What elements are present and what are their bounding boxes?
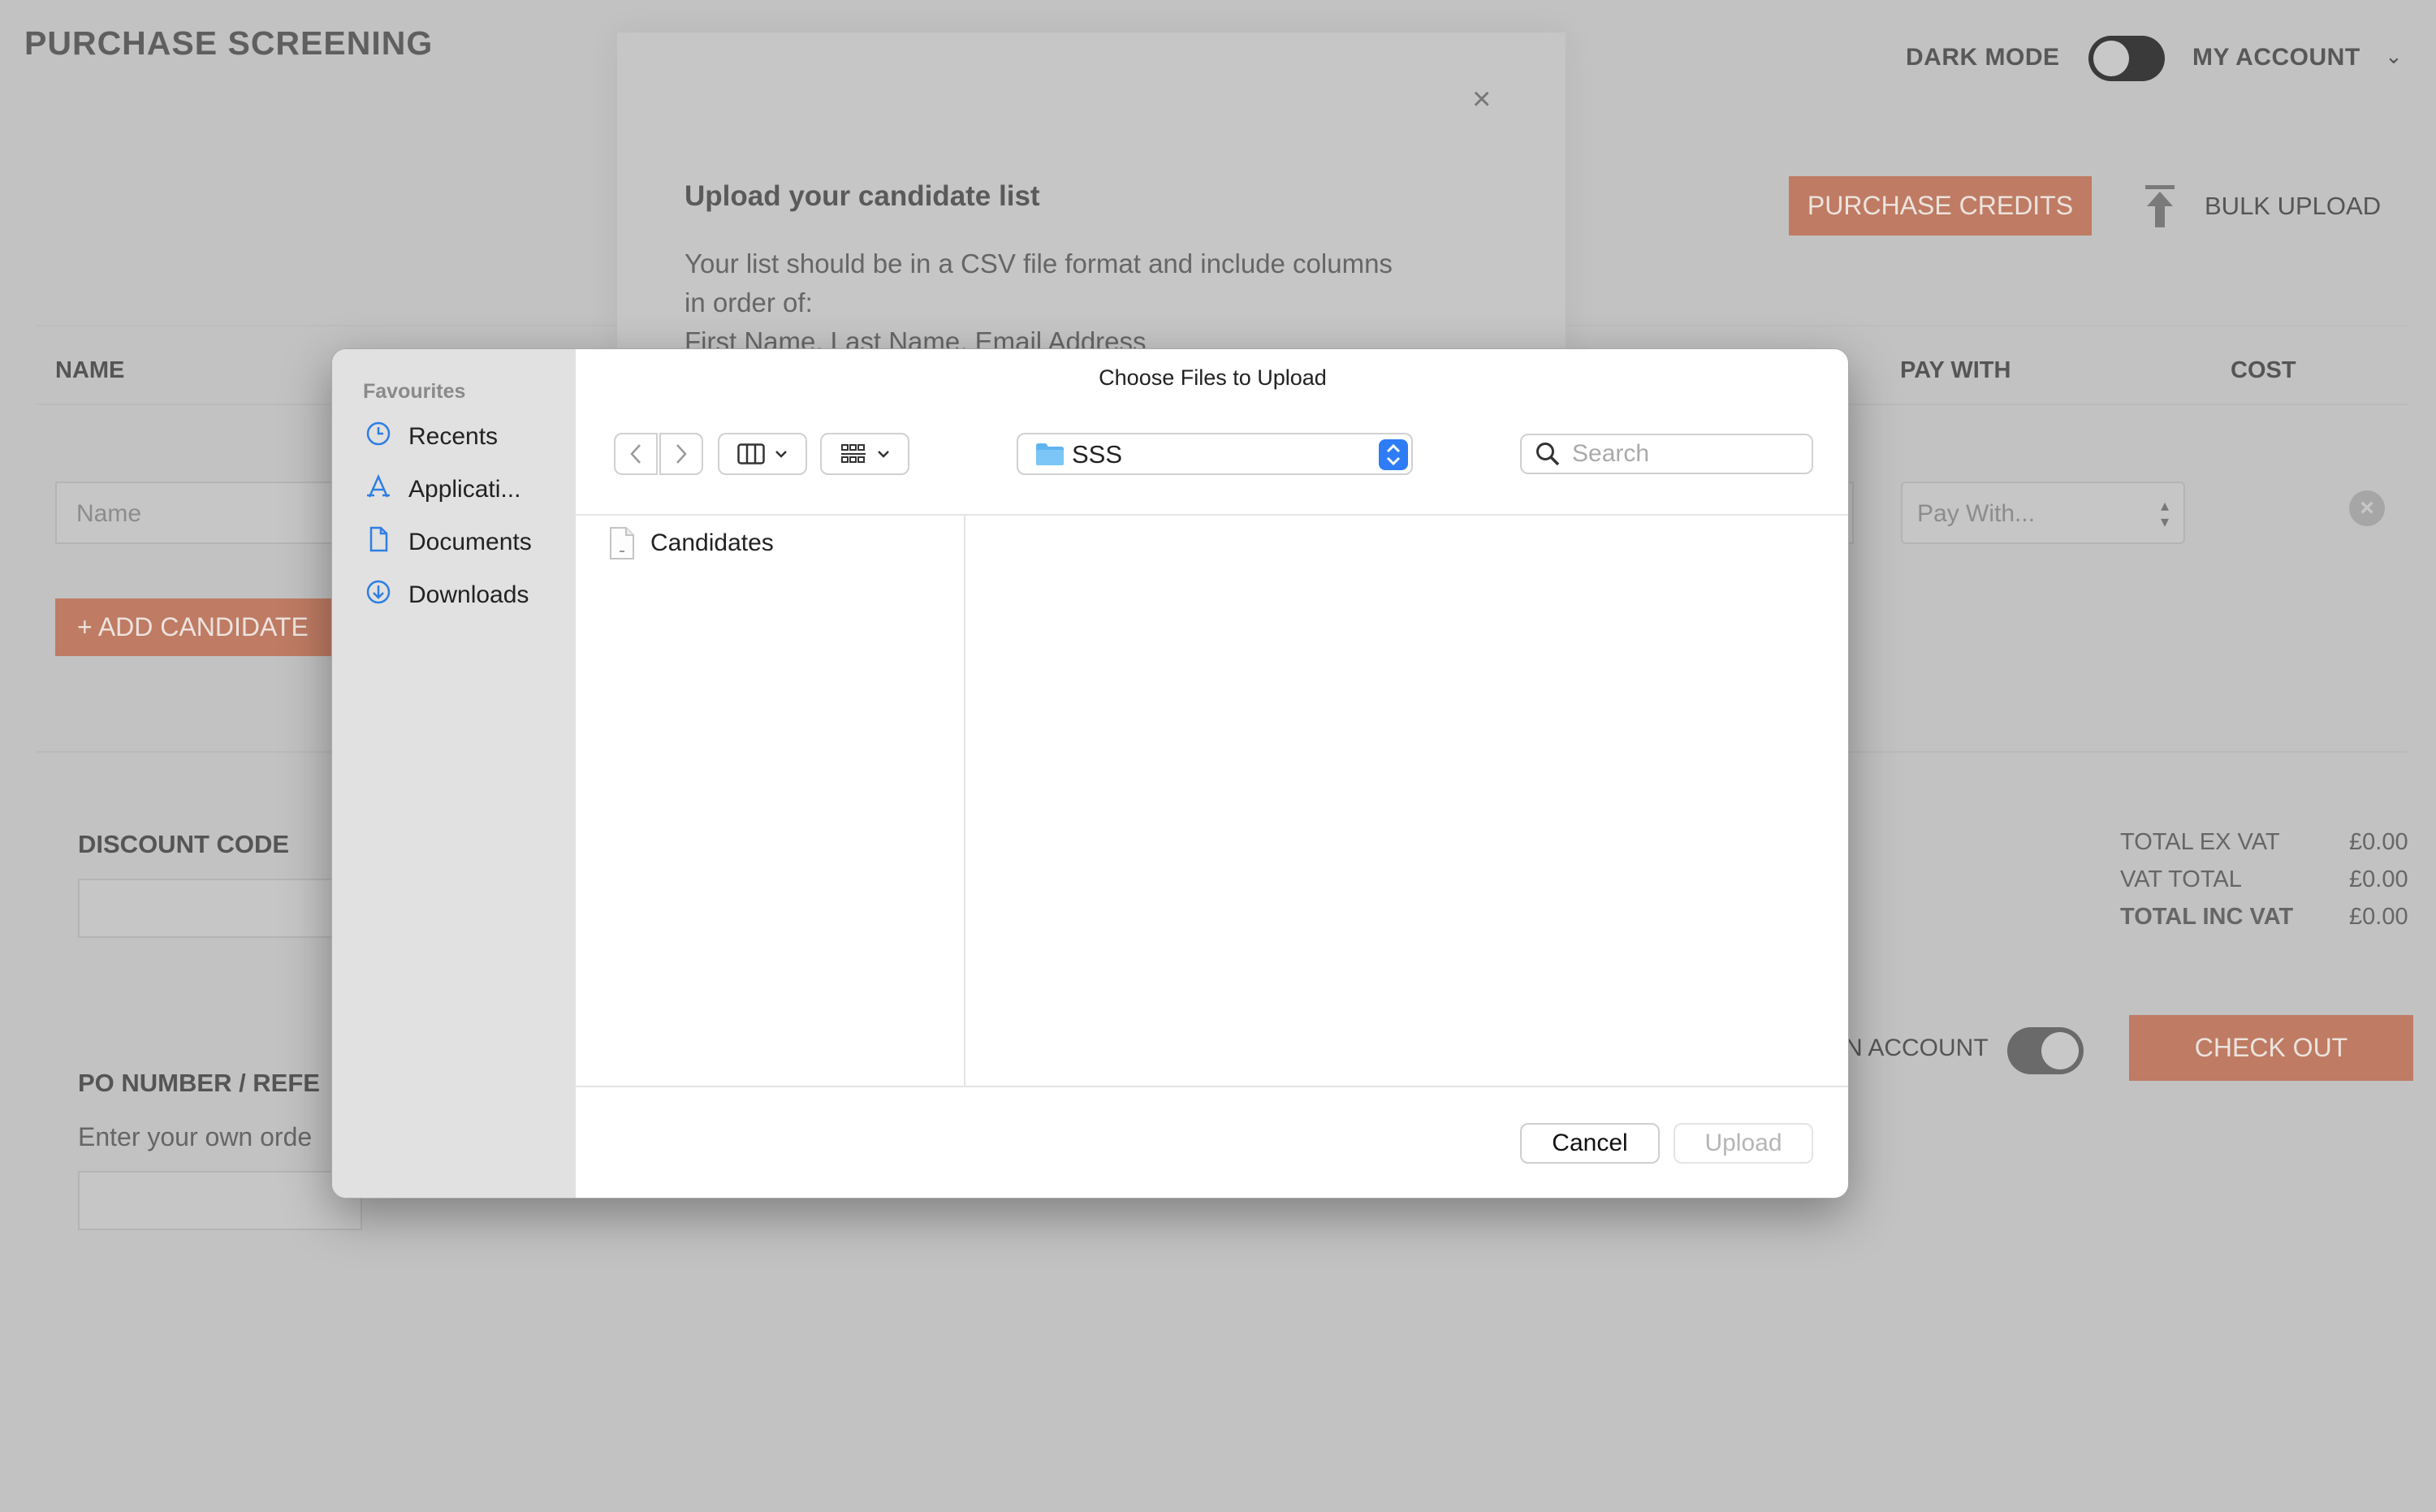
page-title: PURCHASE SCREENING <box>24 24 434 62</box>
pay-on-account-label: N ACCOUNT <box>1845 1035 1989 1061</box>
upload-button[interactable]: Upload <box>1674 1123 1813 1164</box>
pay-with-placeholder: Pay With... <box>1917 500 2036 527</box>
sidebar-item-label: Applicati... <box>408 476 521 503</box>
discount-code-label: DISCOUNT CODE <box>78 830 290 858</box>
discount-code-input[interactable] <box>78 879 362 938</box>
toggle-knob <box>2093 41 2129 76</box>
cancel-button[interactable]: Cancel <box>1520 1123 1660 1164</box>
column-header-pay-with: PAY WITH <box>1900 357 2011 383</box>
search-icon <box>1536 443 1560 466</box>
po-number-label: PO NUMBER / REFE <box>78 1069 320 1097</box>
sidebar-item-downloads[interactable]: Downloads <box>365 571 529 620</box>
footer-divider <box>576 1086 1848 1087</box>
column-header-cost: COST <box>2231 357 2296 383</box>
folder-selector[interactable]: SSS <box>1017 433 1413 475</box>
my-account-menu[interactable]: MY ACCOUNT <box>2192 44 2360 71</box>
select-arrows-icon: ▴ ▾ <box>2161 497 2170 531</box>
folder-icon <box>1036 443 1064 465</box>
dark-mode-label: DARK MODE <box>1906 44 2060 71</box>
current-folder-name: SSS <box>1072 440 1123 469</box>
dialog-sidebar: Favourites Recents Applicati... Document… <box>332 349 576 1198</box>
search-placeholder: Search <box>1572 440 1650 467</box>
sidebar-item-recents[interactable]: Recents <box>365 413 498 461</box>
name-placeholder: Name <box>76 500 142 527</box>
close-icon[interactable]: × <box>1472 81 1491 118</box>
upload-modal-text-3-clip: First Name, Last Name, Email Address <box>685 326 1253 348</box>
favourites-heading: Favourites <box>363 380 466 403</box>
checkout-button[interactable]: CHECK OUT <box>2129 1015 2413 1081</box>
chevron-down-icon <box>878 451 889 458</box>
group-by-button[interactable] <box>820 433 909 475</box>
sidebar-item-documents[interactable]: Documents <box>365 518 532 567</box>
total-ex-vat-value: £0.00 <box>2349 829 2408 855</box>
upload-modal-text-3: First Name, Last Name, Email Address <box>685 326 1147 348</box>
column-divider <box>964 516 965 1086</box>
folder-dropdown-icon <box>1379 439 1408 470</box>
pay-on-account-toggle[interactable] <box>2007 1027 2084 1074</box>
bulk-upload-button[interactable]: BULK UPLOAD <box>2205 192 2381 221</box>
name-input[interactable]: Name <box>55 482 339 544</box>
sidebar-item-label: Recents <box>408 423 499 450</box>
dialog-title: Choose Files to Upload <box>1099 365 1327 390</box>
vat-total-value: £0.00 <box>2349 866 2408 892</box>
toggle-knob <box>2041 1032 2079 1069</box>
upload-modal-text-2: in order of: <box>685 287 813 318</box>
download-icon <box>365 578 392 612</box>
upload-modal-title: Upload your candidate list <box>685 180 1040 212</box>
chevron-left-icon <box>630 444 641 464</box>
applications-icon <box>365 473 392 507</box>
purchase-credits-button[interactable]: PURCHASE CREDITS <box>1789 176 2092 235</box>
document-icon <box>365 525 392 559</box>
po-number-input[interactable] <box>78 1171 362 1230</box>
chevron-right-icon <box>676 444 687 464</box>
search-input[interactable]: Search <box>1520 434 1813 474</box>
add-candidate-button[interactable]: + ADD CANDIDATE <box>55 598 339 656</box>
forward-button[interactable] <box>659 433 703 475</box>
chevron-down-icon: ⌄ <box>2385 44 2403 68</box>
sidebar-item-applications[interactable]: Applicati... <box>365 465 520 514</box>
file-name: Candidates <box>650 529 774 556</box>
file-chooser-dialog: Favourites Recents Applicati... Document… <box>331 348 1849 1199</box>
total-inc-vat-label: TOTAL INC VAT <box>2120 904 2294 930</box>
toolbar-divider <box>576 514 1848 516</box>
grid-icon <box>841 444 866 463</box>
clock-icon <box>365 420 392 454</box>
file-icon <box>610 527 634 559</box>
sidebar-item-label: Downloads <box>408 581 529 608</box>
upload-arrow-icon[interactable] <box>2144 184 2176 229</box>
file-row[interactable]: Candidates <box>607 526 774 560</box>
columns-icon <box>737 443 765 464</box>
po-number-hint: Enter your own orde <box>78 1122 313 1151</box>
remove-row-icon[interactable]: × <box>2349 490 2385 526</box>
upload-modal-text-1: Your list should be in a CSV file format… <box>685 248 1393 279</box>
total-ex-vat-label: TOTAL EX VAT <box>2120 829 2280 855</box>
total-inc-vat-value: £0.00 <box>2349 904 2408 930</box>
vat-total-label: VAT TOTAL <box>2120 866 2242 892</box>
view-columns-button[interactable] <box>718 433 807 475</box>
sidebar-item-label: Documents <box>408 529 532 555</box>
pay-with-select[interactable]: Pay With... ▴ ▾ <box>1901 482 2185 544</box>
chevron-down-icon <box>775 451 787 458</box>
dark-mode-toggle[interactable] <box>2088 36 2165 81</box>
back-button[interactable] <box>614 433 658 475</box>
column-header-name: NAME <box>55 357 125 383</box>
